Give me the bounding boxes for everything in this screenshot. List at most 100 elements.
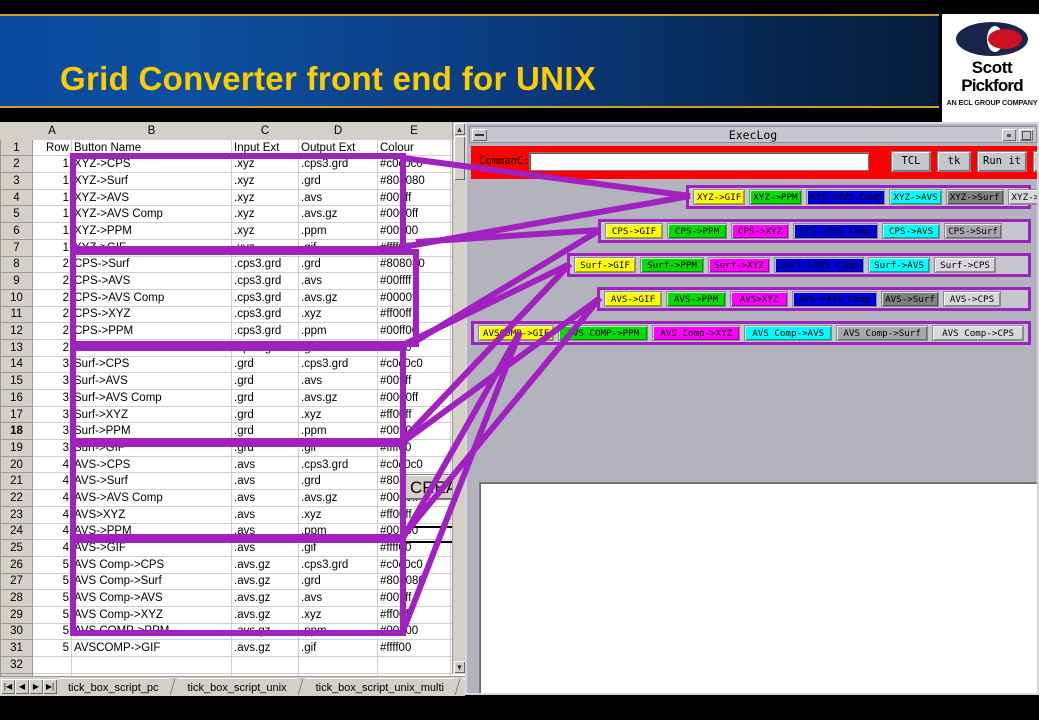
cell-b[interactable]: XYZ->Surf: [71, 172, 232, 190]
row-header[interactable]: 23: [0, 505, 33, 524]
cell-e[interactable]: #ff00ff: [377, 405, 451, 424]
cell-e[interactable]: #c0c0c0: [377, 155, 451, 174]
cell-b[interactable]: AVS Comp->XYZ: [71, 605, 232, 624]
cell-d[interactable]: .grd: [298, 572, 378, 591]
table-row[interactable]: 1 Row Button Name Input Ext Output Ext Colour: [0, 138, 465, 157]
cell-c[interactable]: .avs: [231, 489, 299, 507]
cell-e[interactable]: #00ffff: [377, 372, 451, 390]
column-header-d[interactable]: D: [298, 122, 378, 140]
table-row[interactable]: 4 1 XYZ->AVS .xyz .avs #00ffff: [0, 188, 465, 207]
cell-e[interactable]: #00ff00: [377, 222, 451, 240]
cell-d[interactable]: Output Ext: [298, 138, 378, 157]
sheet-nav-button[interactable]: ◀: [15, 679, 29, 694]
cell-b[interactable]: Surf->AVS: [71, 372, 232, 390]
cell-c[interactable]: .grd: [231, 405, 299, 424]
sheet-tab[interactable]: tick_box_script_unix: [177, 678, 297, 696]
cell-a[interactable]: 4: [32, 489, 72, 507]
cell-e[interactable]: #00ffff: [377, 589, 451, 607]
row-header[interactable]: 3: [0, 172, 33, 190]
sheet-tab[interactable]: tick_box_script_unix_multi: [305, 678, 454, 696]
table-row[interactable]: 28 5 AVS Comp->AVS .avs.gz .avs #00ffff: [0, 589, 465, 607]
cell-d[interactable]: .grd: [298, 172, 378, 190]
cell-e[interactable]: #0000ff: [377, 205, 451, 224]
row-header[interactable]: 11: [0, 305, 33, 324]
cell-e[interactable]: #00ff00: [377, 322, 451, 340]
row-header[interactable]: 13: [0, 338, 33, 357]
row-header[interactable]: 19: [0, 439, 33, 457]
convert-button-xyz-gif[interactable]: XYZ->GIF: [693, 189, 746, 205]
convert-button-xyz-cps[interactable]: XYZ->CPS: [1007, 189, 1037, 205]
cell-c[interactable]: .grd: [231, 439, 299, 457]
table-row[interactable]: 16 3 Surf->AVS Comp .grd .avs.gz #0000ff: [0, 389, 465, 407]
cell-a[interactable]: 3: [32, 355, 72, 374]
cell-a[interactable]: 2: [32, 305, 72, 324]
cell-c[interactable]: .cps3.grd: [231, 338, 299, 357]
scrollbar-thumb[interactable]: [454, 136, 465, 180]
column-header-c[interactable]: C: [231, 122, 299, 140]
spreadsheet-vertical-scrollbar[interactable]: ▲ ▼: [452, 122, 466, 674]
cell-d[interactable]: .gif: [298, 639, 378, 657]
cell-b[interactable]: AVS->AVS Comp: [71, 489, 232, 507]
cell-e[interactable]: #c0c0c0: [377, 455, 451, 474]
cell-d[interactable]: .xyz: [298, 305, 378, 324]
table-row[interactable]: 13 2 CPS->GIF .cps3.grd .gif #ffff00: [0, 338, 465, 357]
cell-d[interactable]: .xyz: [298, 505, 378, 524]
convert-button-avs-surf[interactable]: AVS->Surf: [881, 291, 939, 307]
row-header[interactable]: 25: [0, 539, 33, 557]
cell-d[interactable]: .grd: [298, 255, 378, 274]
cell-d[interactable]: .avs.gz: [298, 489, 378, 507]
row-header[interactable]: 28: [0, 589, 33, 607]
cell-d[interactable]: .gif: [298, 539, 378, 557]
convert-button-avs-avs-comp[interactable]: AVS->AVS Comp: [792, 291, 877, 307]
cell-c[interactable]: .cps3.grd: [231, 305, 299, 324]
row-header[interactable]: 18: [0, 422, 33, 441]
cell-a[interactable]: 4: [32, 472, 72, 491]
sheet-nav-buttons[interactable]: |◀ ◀ ▶ ▶|: [1, 679, 57, 694]
cell-a[interactable]: [32, 656, 72, 674]
table-row[interactable]: 18 3 Surf->PPM .grd .ppm #00ff00: [0, 422, 465, 441]
cell-d[interactable]: .avs: [298, 372, 378, 390]
row-header[interactable]: 14: [0, 355, 33, 374]
cell-d[interactable]: .ppm: [298, 622, 378, 641]
column-header-e[interactable]: E: [377, 122, 451, 140]
cell-c[interactable]: .cps3.grd: [231, 255, 299, 274]
cell-b[interactable]: CPS->GIF: [71, 338, 232, 357]
cell-c[interactable]: .grd: [231, 372, 299, 390]
cell-a[interactable]: 3: [32, 405, 72, 424]
cell-c[interactable]: .avs.gz: [231, 589, 299, 607]
cell-c[interactable]: .xyz: [231, 155, 299, 174]
cell-a[interactable]: 5: [32, 555, 72, 574]
table-row[interactable]: 14 3 Surf->CPS .grd .cps3.grd #c0c0c0: [0, 355, 465, 374]
convert-button-xyz-surf[interactable]: XYZ->Surf: [945, 189, 1004, 205]
convert-button-surf-gif[interactable]: Surf->GIF: [574, 257, 636, 273]
column-header-b[interactable]: B: [71, 122, 232, 140]
cell-c[interactable]: .xyz: [231, 205, 299, 224]
command-button-tk[interactable]: tk: [937, 151, 971, 172]
cell-b[interactable]: AVS>XYZ: [71, 505, 232, 524]
cell-e[interactable]: #ffff00: [377, 238, 451, 257]
cell-c[interactable]: .cps3.grd: [231, 288, 299, 307]
cell-b[interactable]: AVS Comp->Surf: [71, 572, 232, 591]
command-button-run-it[interactable]: Run it: [977, 151, 1027, 172]
cell-a[interactable]: 2: [32, 322, 72, 340]
cell-d[interactable]: .xyz: [298, 605, 378, 624]
table-row[interactable]: 23 4 AVS>XYZ .avs .xyz #ff00ff: [0, 505, 465, 524]
cell-e[interactable]: #0000ff: [377, 288, 451, 307]
cell-c[interactable]: .grd: [231, 422, 299, 441]
cell-a[interactable]: Row: [32, 138, 72, 157]
table-row[interactable]: 2 1 XYZ->CPS .xyz .cps3.grd #c0c0c0: [0, 155, 465, 174]
cell-e[interactable]: #808080: [377, 572, 451, 591]
cell-b[interactable]: CPS->AVS: [71, 272, 232, 290]
convert-button-cps-gif[interactable]: CPS->GIF: [605, 223, 663, 239]
table-row[interactable]: 31 5 AVSCOMP->GIF .avs.gz .gif #ffff00: [0, 639, 465, 657]
row-header[interactable]: 7: [0, 238, 33, 257]
row-header[interactable]: 1: [0, 138, 33, 157]
row-header[interactable]: 22: [0, 489, 33, 507]
table-row[interactable]: 122CPS->PPM.cps3.grd.ppm#00ff00Z:\nicke\…: [0, 322, 465, 340]
convert-button-cps-xyz[interactable]: CPS->XYZ: [731, 223, 789, 239]
convert-button-avs-comp-cps[interactable]: AVS Comp->CPS: [932, 325, 1024, 341]
convert-button-xyz-ppm[interactable]: XYZ->PPM: [749, 189, 802, 205]
sheet-nav-button[interactable]: ▶: [29, 679, 43, 694]
row-header[interactable]: 26: [0, 555, 33, 574]
cell-e[interactable]: #ff00ff: [377, 605, 451, 624]
